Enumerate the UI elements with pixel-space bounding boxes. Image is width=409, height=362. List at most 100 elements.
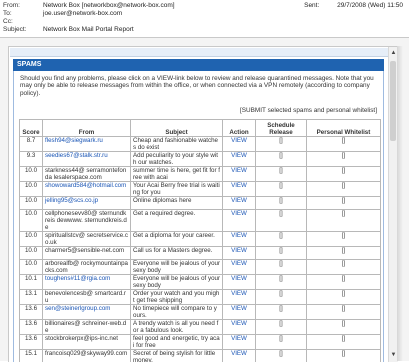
sender-address-cell: showoward584@hotmail.com (43, 182, 131, 197)
table-header-row: Score From Subject Action Schedule Relea… (20, 120, 381, 137)
personal-whitelist-checkbox[interactable]: [] (342, 232, 345, 239)
spam-score-cell: 10.1 (20, 275, 43, 290)
frame-titlebar (10, 48, 392, 57)
sender-address: stockbrokerpx@ips-inc.net (45, 335, 118, 342)
schedule-release-checkbox[interactable]: [] (279, 305, 282, 312)
spam-score: 9.3 (27, 152, 36, 159)
schedule-release-checkbox[interactable]: [] (279, 247, 282, 254)
schedule-release-checkbox[interactable]: [] (279, 320, 282, 327)
schedule-release-checkbox[interactable]: [] (279, 260, 282, 267)
schedule-release-checkbox[interactable]: [] (279, 275, 282, 282)
subject-label: Subject: (3, 26, 43, 34)
personal-whitelist-checkbox-cell: [] (307, 152, 381, 167)
personal-whitelist-checkbox[interactable]: [] (342, 210, 345, 217)
sender-address-cell: seedies67@stalk.str.ru (43, 152, 131, 167)
message-subject-cell: Order your watch and you might get free … (131, 290, 223, 305)
sender-address[interactable]: jelling95@scs.co.jp (45, 197, 98, 204)
intro-text: Should you find any problems, please cli… (20, 75, 380, 97)
sender-address[interactable]: sen@steinerlgroup.com (45, 305, 110, 312)
schedule-release-checkbox[interactable]: [] (279, 197, 282, 204)
sender-address[interactable]: toughens#11@rgia.com (45, 275, 110, 282)
to-label: To: (3, 10, 43, 18)
personal-whitelist-header: Personal Whitelist (307, 120, 381, 137)
schedule-release-checkbox[interactable]: [] (279, 137, 282, 144)
personal-whitelist-checkbox[interactable]: [] (342, 320, 345, 327)
submit-selected-link[interactable]: [SUBMIT selected spams and personal whit… (240, 107, 377, 114)
spam-score: 10.0 (25, 260, 37, 267)
schedule-release-checkbox[interactable]: [] (279, 232, 282, 239)
view-link-cell: VIEW (223, 290, 256, 305)
to-value[interactable]: joe.user@network-box.com (43, 10, 122, 18)
view-link[interactable]: VIEW (231, 320, 247, 327)
sender-address[interactable]: seedies67@stalk.str.ru (45, 152, 108, 159)
message-subject-cell: Get a diploma for your career. (131, 232, 223, 247)
spam-score-cell: 8.7 (20, 137, 43, 152)
action-header: Action (223, 120, 256, 137)
personal-whitelist-checkbox[interactable]: [] (342, 182, 345, 189)
personal-whitelist-checkbox[interactable]: [] (342, 167, 345, 174)
personal-whitelist-checkbox[interactable]: [] (342, 137, 345, 144)
view-link-cell: VIEW (223, 167, 256, 182)
spam-score-cell: 10.0 (20, 247, 43, 260)
schedule-release-checkbox[interactable]: [] (279, 210, 282, 217)
view-link[interactable]: VIEW (231, 335, 247, 342)
personal-whitelist-checkbox-cell: [] (307, 182, 381, 197)
schedule-release-checkbox-cell: [] (256, 247, 307, 260)
view-link[interactable]: VIEW (231, 275, 247, 282)
sent-info: Sent: 29/7/2008 (Wed) 11:50 (304, 2, 403, 10)
personal-whitelist-checkbox[interactable]: [] (342, 305, 345, 312)
message-subject-cell: Your Acai Berry free trial is waiting fo… (131, 182, 223, 197)
personal-whitelist-checkbox-cell: [] (307, 197, 381, 210)
view-link-cell: VIEW (223, 275, 256, 290)
view-link[interactable]: VIEW (231, 305, 247, 312)
view-link[interactable]: VIEW (231, 210, 247, 217)
schedule-release-checkbox-cell: [] (256, 320, 307, 335)
sender-address-cell: francoisq029@skyway99.com (43, 350, 131, 362)
table-row: 10.0arborealfb@ rockymountainpacks.comEv… (20, 260, 381, 275)
spam-score: 10.0 (25, 167, 37, 174)
view-link[interactable]: VIEW (231, 167, 247, 174)
view-link[interactable]: VIEW (231, 197, 247, 204)
personal-whitelist-checkbox[interactable]: [] (342, 260, 345, 267)
personal-whitelist-checkbox[interactable]: [] (342, 152, 345, 159)
personal-whitelist-checkbox[interactable]: [] (342, 290, 345, 297)
sender-address[interactable]: showoward584@hotmail.com (45, 182, 126, 189)
personal-whitelist-checkbox[interactable]: [] (342, 197, 345, 204)
sender-address: cellphonesevv80@ sternundkreis dewwww. s… (45, 210, 127, 231)
personal-whitelist-checkbox[interactable]: [] (342, 275, 345, 282)
schedule-release-checkbox[interactable]: [] (279, 350, 282, 357)
schedule-release-checkbox[interactable]: [] (279, 335, 282, 342)
message-subject-cell: Online diplomas here (131, 197, 223, 210)
scrollbar-thumb[interactable] (390, 61, 396, 141)
personal-whitelist-checkbox[interactable]: [] (342, 247, 345, 254)
spam-score-cell: 10.0 (20, 232, 43, 247)
spam-score: 10.0 (25, 197, 37, 204)
schedule-release-checkbox[interactable]: [] (279, 167, 282, 174)
view-link[interactable]: VIEW (231, 350, 247, 357)
schedule-release-checkbox-cell: [] (256, 182, 307, 197)
from-value[interactable]: Network Box [networkbox@network-box.com] (43, 2, 175, 10)
view-link[interactable]: VIEW (231, 182, 247, 189)
view-link-cell: VIEW (223, 247, 256, 260)
message-subject: Secret of being stylish for little money… (133, 350, 215, 362)
table-row: 8.7flesh94@siegwark.ruCheap and fashiona… (20, 137, 381, 152)
schedule-release-checkbox-cell: [] (256, 232, 307, 247)
schedule-release-checkbox[interactable]: [] (279, 290, 282, 297)
view-link[interactable]: VIEW (231, 260, 247, 267)
personal-whitelist-checkbox[interactable]: [] (342, 335, 345, 342)
view-link[interactable]: VIEW (231, 152, 247, 159)
personal-whitelist-checkbox[interactable]: [] (342, 350, 345, 357)
message-subject-cell: Everyone will be jealous of your sexy bo… (131, 275, 223, 290)
view-link[interactable]: VIEW (231, 232, 247, 239)
view-link[interactable]: VIEW (231, 247, 247, 254)
sender-address[interactable]: flesh94@siegwark.ru (45, 137, 103, 144)
spams-section-title: SPAMS (13, 59, 384, 71)
view-link[interactable]: VIEW (231, 137, 247, 144)
from-label: From: (3, 2, 43, 10)
schedule-release-checkbox[interactable]: [] (279, 152, 282, 159)
schedule-release-checkbox[interactable]: [] (279, 182, 282, 189)
view-link[interactable]: VIEW (231, 290, 247, 297)
spams-panel: Should you find any problems, please cli… (13, 71, 384, 362)
message-subject: A trendy watch is all you need for a fab… (133, 320, 218, 334)
sender-address-cell: benevolencesb@ smartcard.ru (43, 290, 131, 305)
